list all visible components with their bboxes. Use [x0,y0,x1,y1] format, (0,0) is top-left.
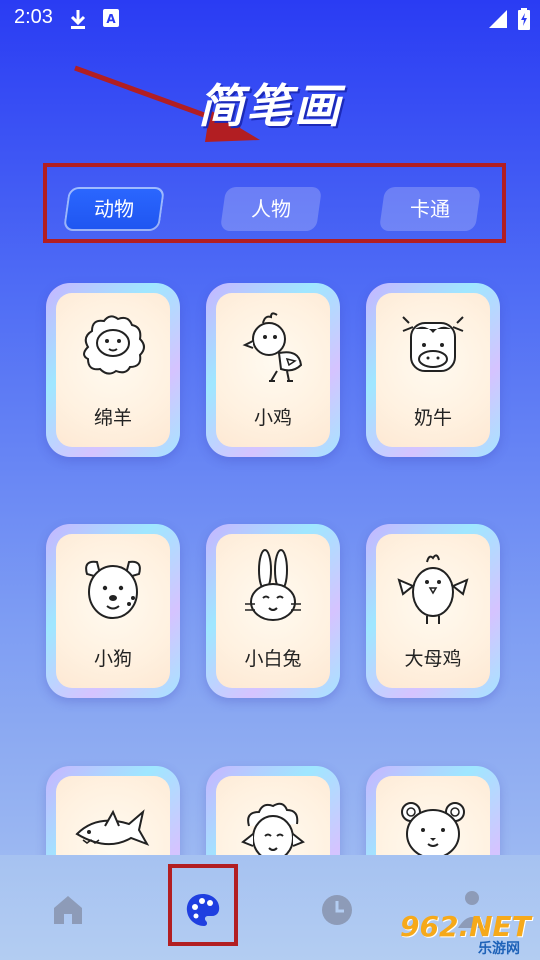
card-label: 小鸡 [253,407,292,429]
card-bear[interactable] [366,766,500,855]
card-lamb[interactable] [206,766,340,855]
card-label: 大母鸡 [404,648,462,670]
watermark-sub: 乐游网 [478,941,520,957]
nav-highlight-box [168,864,238,946]
card-label: 小白兔 [244,648,302,670]
card-cow[interactable]: 奶牛 [366,283,500,457]
card-shark[interactable] [46,766,180,855]
shark-drawing [75,809,150,846]
lamb-drawing [241,802,305,855]
card-label: 绵羊 [93,407,132,429]
clock-icon[interactable] [317,890,357,930]
cow-drawing [402,316,464,372]
home-icon[interactable] [48,890,88,930]
sheep-drawing [83,315,145,375]
rabbit-drawing [245,549,301,621]
card-label: 小狗 [93,648,132,670]
card-chick[interactable]: 小鸡 [206,283,340,457]
card-hen[interactable]: 大母鸡 [366,524,500,698]
card-sheep[interactable]: 绵羊 [46,283,180,457]
card-rabbit[interactable]: 小白兔 [206,524,340,698]
bear-drawing [401,802,465,855]
card-dog[interactable]: 小狗 [46,524,180,698]
dog-drawing [85,560,141,619]
watermark: 962.NET 乐游网 [400,910,540,960]
hen-drawing [397,554,469,624]
card-label: 奶牛 [413,407,452,429]
chick-drawing [242,312,303,382]
drawing-grid: 绵羊 小鸡 奶牛 小狗 小白兔 大母鸡 [0,0,540,855]
